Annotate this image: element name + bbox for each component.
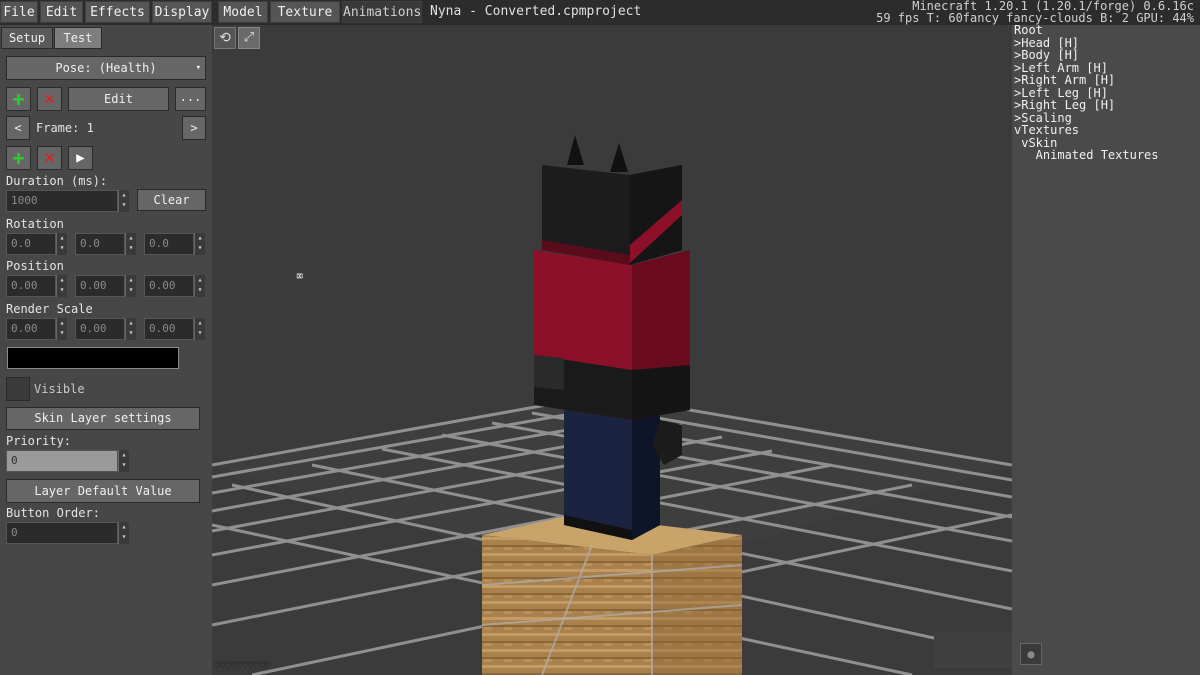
move-icon: ⤢	[243, 30, 255, 45]
tree-item-right-leg[interactable]: >Right Leg [H]	[1014, 99, 1115, 112]
color-swatch[interactable]	[7, 347, 179, 369]
position-z-stepper[interactable]: ▴ ▾	[194, 275, 205, 297]
hotbar-shadow	[934, 632, 1012, 668]
wood-block	[482, 515, 742, 675]
scale-x-stepper[interactable]: ▴ ▾	[56, 318, 67, 340]
plus-icon: +	[12, 146, 25, 170]
avatar-toggle-button[interactable]: ●	[1020, 643, 1042, 665]
previous-frame-button[interactable]: <	[6, 116, 30, 140]
crosshair-icon: ⌧	[296, 269, 304, 283]
pose-dropdown[interactable]: Pose: (Health) ▾	[6, 56, 206, 80]
rotate-icon: ⟲	[219, 30, 231, 46]
menu-edit[interactable]: Edit	[40, 1, 83, 23]
menu-effects[interactable]: Effects	[85, 1, 150, 23]
scale-z-input[interactable]: 0.00	[144, 318, 194, 340]
more-options-button[interactable]: ...	[175, 87, 206, 111]
priority-label: Priority:	[6, 434, 72, 448]
priority-input[interactable]: 0	[6, 450, 118, 472]
chevron-down-icon: ▾	[195, 63, 201, 73]
scale-x-input[interactable]: 0.00	[6, 318, 56, 340]
visible-label: Visible	[34, 382, 85, 396]
position-y-input[interactable]: 0.00	[75, 275, 125, 297]
chevron-right-icon: >	[190, 121, 198, 135]
delete-frame-button[interactable]: ✕	[37, 146, 62, 170]
duration-stepper[interactable]: ▴ ▾	[118, 190, 129, 212]
layer-default-value-button[interactable]: Layer Default Value	[6, 479, 200, 503]
priority-stepper[interactable]: ▴ ▾	[118, 450, 129, 472]
document-title: Nyna - Converted.cpmproject	[430, 4, 642, 19]
tab-setup[interactable]: Setup	[1, 27, 53, 49]
cross-icon: ✕	[44, 147, 55, 168]
tree-item-animated-textures[interactable]: Animated Textures	[1014, 149, 1159, 162]
skin-layer-settings-button[interactable]: Skin Layer settings	[6, 407, 200, 430]
visible-checkbox[interactable]	[6, 377, 30, 401]
menu-display[interactable]: Display	[152, 1, 212, 23]
position-z-input[interactable]: 0.00	[144, 275, 194, 297]
rotate-view-button[interactable]: ⟲	[214, 27, 236, 49]
plus-icon: +	[12, 87, 25, 111]
game-info: Minecraft 1.20.1 (1.20.1/forge) 0.6.16c …	[876, 0, 1194, 24]
menu-texture[interactable]: Texture	[270, 1, 340, 23]
left-panel: Setup Test Pose: (Health) ▾ + ✕ Edit ...…	[0, 25, 212, 675]
tree-item-textures[interactable]: vTextures	[1014, 124, 1079, 137]
add-pose-button[interactable]: +	[6, 87, 31, 111]
rotation-z-input[interactable]: 0.0	[144, 233, 194, 255]
next-frame-button[interactable]: >	[182, 116, 206, 140]
edit-button[interactable]: Edit	[68, 87, 169, 111]
button-order-input[interactable]: 0	[6, 522, 118, 544]
position-x-input[interactable]: 0.00	[6, 275, 56, 297]
position-x-stepper[interactable]: ▴ ▾	[56, 275, 67, 297]
pose-label: Pose: (Health)	[55, 61, 157, 75]
rotation-label: Rotation	[6, 217, 64, 231]
scale-y-stepper[interactable]: ▴ ▾	[125, 318, 136, 340]
tree-root[interactable]: Root	[1014, 24, 1043, 37]
clear-button[interactable]: Clear	[137, 189, 206, 211]
cross-icon: ✕	[44, 88, 55, 109]
delete-pose-button[interactable]: ✕	[37, 87, 62, 111]
model-tree-panel: Root >Head [H] >Body [H] >Left Arm [H] >…	[1012, 24, 1200, 675]
rotation-x-input[interactable]: 0.0	[6, 233, 56, 255]
chevron-left-icon: <	[14, 121, 22, 135]
add-frame-button[interactable]: +	[6, 146, 31, 170]
menu-animations[interactable]: Animations	[342, 1, 422, 23]
play-icon: ▶	[76, 150, 85, 166]
rotation-z-stepper[interactable]: ▴ ▾	[194, 233, 205, 255]
3d-viewport[interactable]: ⟲ ⤢ ⌧ ♡♡♡♡♡♡♡♡♡♡	[212, 25, 1012, 675]
rotation-x-stepper[interactable]: ▴ ▾	[56, 233, 67, 255]
menu-file[interactable]: File	[0, 1, 38, 23]
tree-item-body[interactable]: >Body [H]	[1014, 49, 1079, 62]
circle-icon: ●	[1027, 647, 1035, 661]
rotation-y-input[interactable]: 0.0	[75, 233, 125, 255]
menu-model[interactable]: Model	[218, 1, 268, 23]
duration-input[interactable]: 1000	[6, 190, 118, 212]
play-button[interactable]: ▶	[68, 146, 93, 170]
duration-label: Duration (ms):	[6, 174, 108, 188]
rotation-y-stepper[interactable]: ▴ ▾	[125, 233, 136, 255]
pan-view-button[interactable]: ⤢	[238, 27, 260, 49]
frame-label: Frame: 1	[36, 121, 94, 135]
scene	[212, 135, 1012, 675]
render-scale-label: Render Scale	[6, 302, 93, 316]
tab-test[interactable]: Test	[54, 27, 102, 49]
scale-y-input[interactable]: 0.00	[75, 318, 125, 340]
tree-item-right-arm[interactable]: >Right Arm [H]	[1014, 74, 1115, 87]
scale-z-stepper[interactable]: ▴ ▾	[194, 318, 205, 340]
button-order-label: Button Order:	[6, 506, 100, 520]
position-y-stepper[interactable]: ▴ ▾	[125, 275, 136, 297]
position-label: Position	[6, 259, 64, 273]
health-hearts-icon: ♡♡♡♡♡♡♡♡♡♡	[214, 659, 271, 672]
button-order-stepper[interactable]: ▴ ▾	[118, 522, 129, 544]
